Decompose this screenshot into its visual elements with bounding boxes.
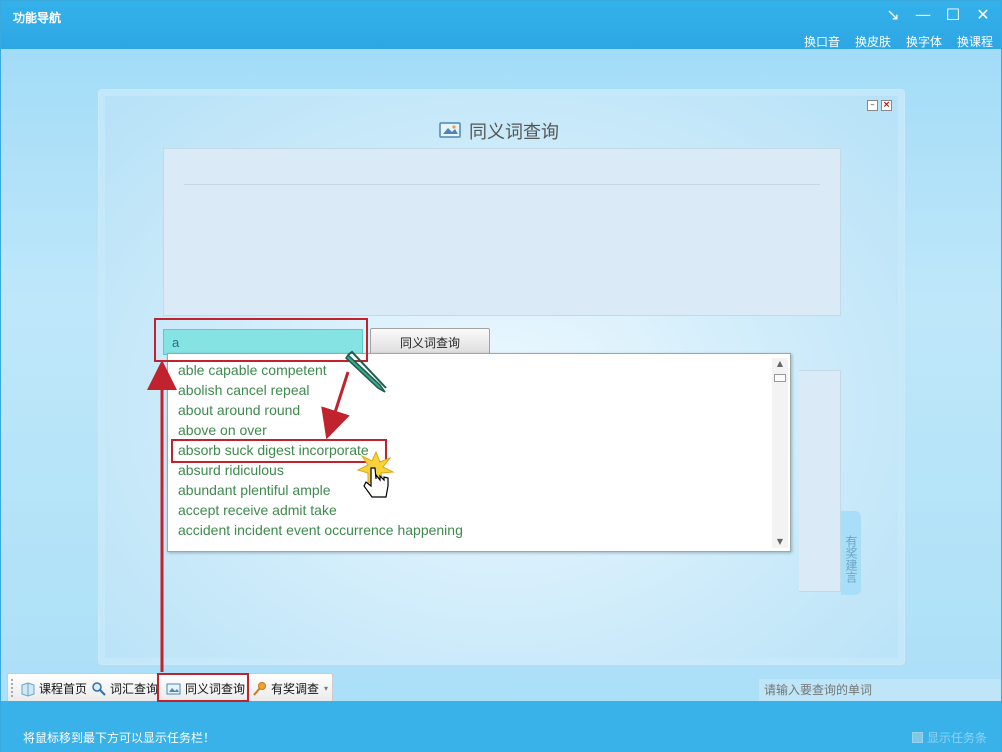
synonym-search-button[interactable]: 同义词查询 xyxy=(370,328,490,356)
suggestion-item[interactable]: about around round xyxy=(168,400,768,420)
suggestion-item[interactable]: above on over xyxy=(168,420,768,440)
suggestion-item[interactable]: accept receive admit take xyxy=(168,500,768,520)
taskbar-item-vocab-lookup[interactable]: 词汇查询 xyxy=(91,680,158,697)
taskbar-item-course-home[interactable]: 课程首页 xyxy=(20,680,87,697)
panel-minimize-button[interactable]: – xyxy=(867,100,878,111)
change-accent-link[interactable]: 换口音 xyxy=(804,33,840,50)
taskbar-item-survey[interactable]: 有奖调查 xyxy=(252,680,319,697)
divider xyxy=(184,184,820,185)
status-bar: 将鼠标移到最下方可以显示任务栏！ 显示任务条 xyxy=(1,701,1001,752)
window-controls: ↘ — ☐ ✕ xyxy=(883,5,993,25)
app-title: 功能导航 xyxy=(13,11,62,25)
taskbar-item-label: 词汇查询 xyxy=(110,682,159,696)
top-links: 换口音 换皮肤 换字体 换课程 xyxy=(804,33,993,50)
highlight-search-input xyxy=(154,318,368,362)
change-skin-link[interactable]: 换皮肤 xyxy=(855,33,891,50)
grip-handle[interactable] xyxy=(11,679,13,697)
show-taskbar-toggle[interactable]: 显示任务条 xyxy=(911,729,987,746)
bottom-word-search-input[interactable] xyxy=(759,679,1001,701)
close-icon[interactable]: ✕ xyxy=(973,5,993,25)
suggestion-item[interactable]: abundant plentiful ample xyxy=(168,480,768,500)
scroll-up-icon[interactable]: ▲ xyxy=(772,358,788,370)
suggestion-item[interactable]: able capable competent xyxy=(168,360,768,380)
show-taskbar-label: 显示任务条 xyxy=(926,731,987,745)
key-icon xyxy=(253,681,266,696)
book-icon xyxy=(21,681,35,697)
feedback-side-tab[interactable]: 有奖建言 xyxy=(841,511,861,595)
taskbar-item-label: 有奖调查 xyxy=(271,682,320,696)
definition-display xyxy=(163,148,841,316)
taskbar-item-label: 课程首页 xyxy=(39,682,88,696)
panel-title: 同义词查询 xyxy=(469,122,559,143)
show-taskbar-checkbox[interactable] xyxy=(911,732,923,743)
synonym-icon xyxy=(439,122,461,138)
panel-close-button[interactable]: × xyxy=(881,100,892,111)
panel-header: 同义词查询 xyxy=(439,118,559,144)
taskbar-hint: 将鼠标移到最下方可以显示任务栏！ xyxy=(23,731,216,745)
highlight-synonym-taskbar-item xyxy=(157,673,249,702)
scroll-thumb[interactable] xyxy=(774,374,786,382)
taskbar-more-icon[interactable]: ▾ xyxy=(321,678,331,700)
suggestion-item[interactable]: abolish cancel repeal xyxy=(168,380,768,400)
restore-icon[interactable]: ↘ xyxy=(883,5,903,25)
title-bar: 功能导航 ↘ — ☐ ✕ 换口音 换皮肤 换字体 换课程 xyxy=(1,1,1001,49)
app-window: 功能导航 ↘ — ☐ ✕ 换口音 换皮肤 换字体 换课程 – × 同义词查询 a… xyxy=(0,0,1002,752)
result-display xyxy=(799,370,841,592)
scroll-down-icon[interactable]: ▼ xyxy=(772,536,788,548)
dropdown-scrollbar[interactable]: ▲ ▼ xyxy=(772,358,788,548)
magnifier-icon xyxy=(92,681,106,696)
suggestion-item[interactable]: absurd ridiculous xyxy=(168,460,768,480)
maximize-icon[interactable]: ☐ xyxy=(943,5,963,25)
suggestion-item[interactable]: accident incident event occurrence happe… xyxy=(168,520,768,540)
minimize-icon[interactable]: — xyxy=(913,5,933,25)
change-course-link[interactable]: 换课程 xyxy=(957,33,993,50)
change-font-link[interactable]: 换字体 xyxy=(906,33,942,50)
highlight-selected-suggestion xyxy=(171,439,387,463)
